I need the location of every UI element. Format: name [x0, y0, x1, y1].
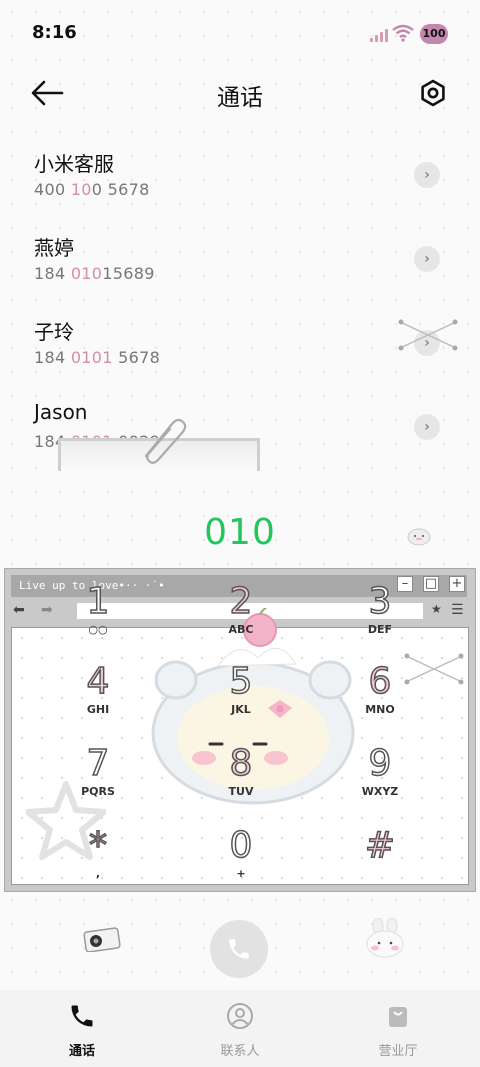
key-letters: +	[236, 867, 246, 880]
number-part: 184	[34, 348, 71, 367]
contact-name: 子玲	[34, 320, 74, 344]
bunny-sticker-icon[interactable]	[364, 918, 406, 958]
key-letters: MNO	[365, 703, 395, 716]
dial-actions	[0, 900, 480, 990]
chevron-right-icon[interactable]: ›	[414, 414, 440, 440]
recent-contacts-list: 小米客服 400 100 5678 › 燕婷 184 01015689 › 子玲…	[0, 128, 480, 464]
number-part: 5678	[112, 348, 161, 367]
contact-number: 400 100 5678	[34, 180, 150, 199]
key-4[interactable]: 4 GHI	[48, 661, 148, 732]
app-header: 通话	[0, 64, 480, 124]
key-digit: 4	[86, 661, 110, 703]
list-item[interactable]: 燕婷 184 01015689 ›	[0, 212, 480, 296]
contact-number: 184 0101 5678	[34, 348, 160, 367]
key-digit: 7	[86, 743, 110, 785]
key-2[interactable]: 2 ABC	[191, 581, 291, 652]
contact-name: 燕婷	[34, 236, 74, 260]
key-digit: 1	[86, 581, 110, 623]
phone-icon	[71, 1005, 93, 1027]
sticker-icon	[407, 528, 431, 546]
tab-calls[interactable]: 通话	[42, 1002, 122, 1059]
number-part: 400	[34, 180, 71, 199]
key-star[interactable]: *,	[48, 825, 148, 896]
number-part: 184	[34, 264, 71, 283]
signal-icon	[370, 28, 388, 42]
paperclip-icon	[144, 418, 187, 464]
chevron-right-icon[interactable]: ›	[414, 246, 440, 272]
key-letters: JKL	[231, 703, 251, 716]
call-button[interactable]	[210, 920, 268, 978]
key-9[interactable]: 9 WXYZ	[330, 743, 430, 814]
status-time: 8:16	[32, 22, 77, 43]
tab-contacts[interactable]: 联系人	[200, 1002, 280, 1059]
tab-service-hall[interactable]: 营业厅	[358, 1002, 438, 1059]
camera-sticker-icon[interactable]	[82, 924, 122, 952]
cross-lines-decoration-icon	[398, 319, 458, 351]
number-part: 15689	[102, 264, 155, 283]
wifi-icon	[392, 24, 414, 42]
key-letters: GHI	[86, 703, 110, 716]
contact-icon	[227, 1003, 253, 1029]
battery-indicator: 100	[420, 24, 448, 44]
key-5[interactable]: 5 JKL	[191, 661, 291, 732]
key-digit: 6	[368, 661, 392, 703]
list-item[interactable]: 小米客服 400 100 5678 ›	[0, 128, 480, 212]
dial-keypad: 1 ○○ 2 ABC 3 DEF 4 GHI 5 JKL 6 MNO 7 PQRS 8 TUV …	[0, 581, 480, 882]
key-letters: WXYZ	[361, 785, 399, 798]
key-7[interactable]: 7 PQRS	[48, 743, 148, 814]
key-digit: 0	[229, 825, 253, 867]
phone-icon	[229, 939, 249, 959]
key-digit: 8	[229, 743, 253, 785]
key-digit: 9	[368, 743, 392, 785]
contact-name: Jason	[34, 400, 88, 424]
tab-label: 通话	[68, 1044, 95, 1059]
key-8[interactable]: 8 TUV	[191, 743, 291, 814]
status-bar: 8:16 100	[0, 0, 480, 64]
contact-name: 小米客服	[34, 152, 114, 176]
tab-label: 联系人	[220, 1044, 260, 1059]
key-digit: 2	[229, 581, 253, 623]
page-title: 通话	[217, 85, 263, 111]
key-0[interactable]: 0 +	[191, 825, 291, 896]
key-letters: PQRS	[81, 785, 115, 798]
key-6[interactable]: 6 MNO	[330, 661, 430, 732]
key-1[interactable]: 1 ○○	[48, 581, 148, 652]
tab-label: 营业厅	[378, 1044, 418, 1059]
contact-number: 184 01015689	[34, 264, 155, 283]
key-digit: 3	[368, 581, 392, 623]
key-3[interactable]: 3 DEF	[330, 581, 430, 652]
key-letters: DEF	[367, 623, 393, 636]
number-part: 0 5678	[91, 180, 150, 199]
voicemail-icon: ○○	[88, 623, 108, 636]
key-digit: #	[364, 825, 396, 867]
key-digit: 5	[229, 661, 253, 703]
key-digit: *	[88, 825, 108, 867]
shopping-bag-icon	[389, 1007, 407, 1027]
settings-gear-icon[interactable]	[418, 78, 448, 108]
number-match: 0101	[70, 348, 113, 367]
key-letters: ,	[95, 867, 101, 880]
key-letters: TUV	[228, 785, 254, 798]
key-hash[interactable]: #	[330, 825, 430, 896]
number-match: 010	[70, 264, 103, 283]
key-letters: ABC	[228, 623, 254, 636]
number-match: 10	[70, 180, 92, 199]
bottom-tab-bar: 通话 联系人 营业厅	[0, 990, 480, 1067]
chevron-right-icon[interactable]: ›	[414, 162, 440, 188]
